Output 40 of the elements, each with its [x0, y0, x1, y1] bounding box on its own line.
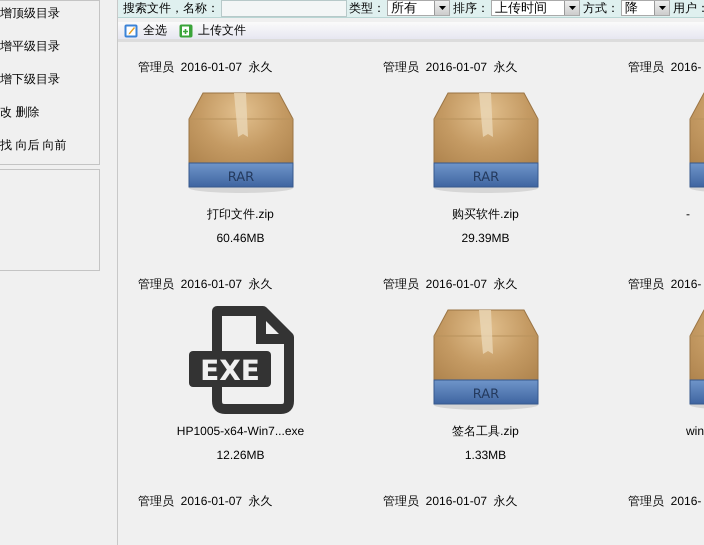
menu-item[interactable]: 找 向后 向前	[0, 136, 99, 155]
menu-item[interactable]: 增下级目录	[0, 70, 99, 89]
add-file-icon	[179, 24, 193, 38]
file-info: 管理员 2016-01-07 永久	[138, 276, 273, 292]
file-info: 管理员 2016-01-07 永久	[383, 493, 518, 509]
dropdown-arrow-icon	[438, 6, 446, 10]
menu-item[interactable]: 增平级目录	[0, 37, 99, 56]
file-name[interactable]: -	[686, 206, 690, 222]
menu-item[interactable]: 增顶级目录	[0, 4, 99, 23]
sort-label: 排序：	[453, 0, 489, 16]
file-info: 管理员 2016-	[628, 59, 702, 75]
file-info: 管理员 2016-	[628, 276, 702, 292]
file-info: 管理员 2016-	[628, 493, 702, 509]
type-label: 类型：	[349, 0, 385, 16]
file-size: 29.39MB	[461, 230, 510, 246]
file-size: 12.26MB	[216, 447, 265, 463]
user-label: 用户：	[673, 0, 704, 16]
file-info: 管理员 2016-01-07 永久	[383, 276, 518, 292]
file-size: 60.46MB	[216, 230, 265, 246]
file-name[interactable]: HP1005-x64-Win7...exe	[176, 423, 304, 439]
name-search-field[interactable]	[221, 0, 347, 17]
file-info: 管理员 2016-01-07 永久	[138, 493, 273, 509]
file-name[interactable]: 打印文件.zip	[207, 206, 274, 222]
dropdown-arrow-icon	[658, 6, 666, 10]
dropdown-arrow-icon	[568, 6, 576, 10]
file-info: 管理员 2016-01-07 永久	[138, 59, 273, 75]
file-info: 管理员 2016-01-07 永久	[383, 59, 518, 75]
type-dropdown[interactable]: 所有	[387, 0, 450, 16]
order-dropdown[interactable]: 降	[621, 0, 670, 16]
file-name[interactable]: 购买软件.zip	[452, 206, 519, 222]
select-button[interactable]: 全选	[124, 22, 167, 39]
upload-button[interactable]: 上传文件	[179, 22, 246, 39]
sort-dropdown[interactable]: 上传时间	[491, 0, 580, 16]
edit-icon	[124, 24, 138, 38]
order-label: 方式：	[583, 0, 619, 16]
file-size: 1.33MB	[464, 447, 506, 463]
file-name[interactable]: win	[686, 423, 704, 439]
name-label: 搜索文件，名称：	[123, 0, 219, 16]
file-name[interactable]: 签名工具.zip	[452, 423, 519, 439]
menu-item[interactable]: 改 删除	[0, 103, 99, 122]
